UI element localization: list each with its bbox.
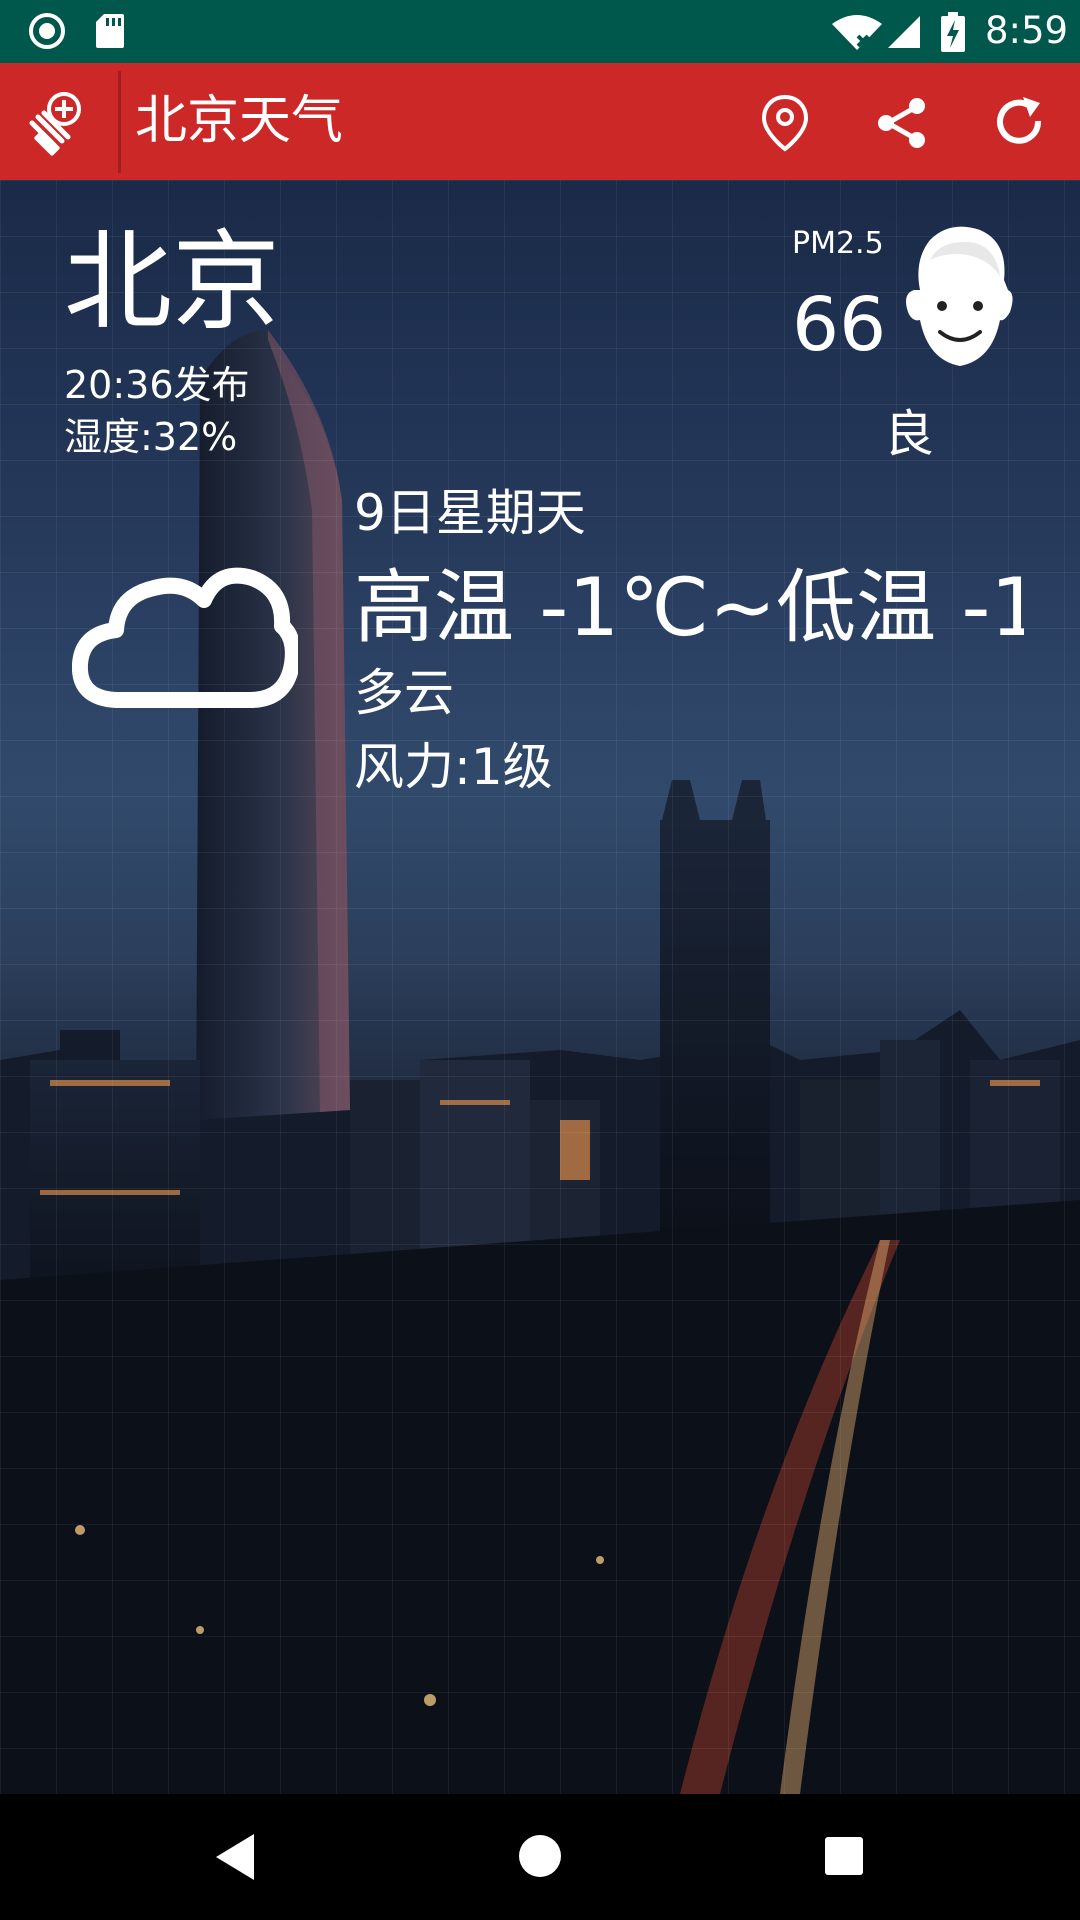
pm25-label: PM2.5 <box>792 226 884 261</box>
weather-condition: 多云 <box>354 664 454 722</box>
pm25-value: 66 <box>792 282 887 368</box>
wifi-icon <box>832 15 882 50</box>
status-time: 8:59 <box>985 9 1069 52</box>
forecast-date: 9日星期天 <box>354 484 586 542</box>
recents-icon[interactable] <box>824 1836 864 1876</box>
air-quality-level: 良 <box>884 405 934 463</box>
app-title: 北京天气 <box>135 91 344 151</box>
battery-charging-icon <box>941 12 965 52</box>
weather-panel: 北京 20:36发布 湿度:32% PM2.5 66 良 9日星期天 高温 -1… <box>0 180 1080 1794</box>
weather-app-screen: 8:59 北京天气 北京 20:36发布 湿度:32% PM2.5 66 良 9… <box>0 0 1080 1920</box>
cloud-icon <box>72 567 298 708</box>
add-city-icon[interactable] <box>24 85 96 157</box>
signal-icon <box>888 16 920 48</box>
publish-time: 20:36发布 <box>64 363 250 407</box>
sd-card-icon <box>96 14 124 48</box>
status-bar: 8:59 <box>0 0 1080 63</box>
app-bar-divider <box>118 71 121 173</box>
wind-level: 风力:1级 <box>354 738 553 796</box>
app-bar: 北京天气 <box>0 63 1080 180</box>
record-icon <box>29 13 65 49</box>
humidity: 湿度:32% <box>64 415 238 459</box>
home-icon[interactable] <box>518 1834 562 1878</box>
system-nav-bar <box>0 1794 1080 1920</box>
temperature-range: 高温 -1℃~低温 -1... <box>354 561 1024 654</box>
city-name: 北京 <box>64 220 281 345</box>
air-quality-face-icon <box>906 226 1013 366</box>
location-pin-icon[interactable] <box>755 93 815 153</box>
share-icon[interactable] <box>872 93 932 153</box>
refresh-icon[interactable] <box>990 93 1050 153</box>
back-icon[interactable] <box>212 1832 258 1882</box>
